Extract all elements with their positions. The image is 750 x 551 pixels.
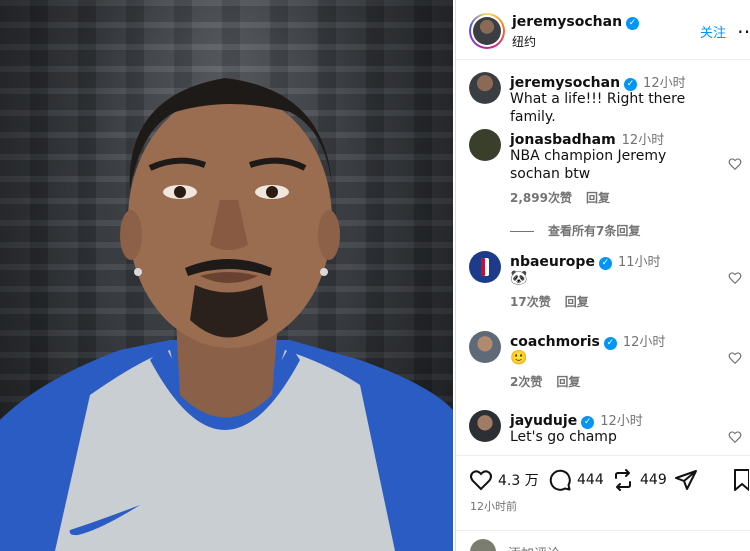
comment-username-row: coachmoris ✓ 12小时	[510, 334, 666, 350]
comment-text: NBA champion Jeremy sochan btw	[510, 148, 667, 182]
comment-count: 444	[577, 472, 604, 488]
like-comment-heart-icon[interactable]	[728, 351, 742, 365]
heart-icon	[470, 470, 492, 491]
post-header: jeremysochan✓ 纽约 关注 …	[456, 0, 750, 60]
nba-logo-icon	[481, 258, 489, 276]
story-ring[interactable]	[469, 13, 505, 49]
send-icon	[675, 470, 697, 490]
reply-button[interactable]: 回复	[565, 295, 589, 309]
comment-username-row: nbaeurope ✓ 11小时	[510, 254, 661, 270]
follow-button[interactable]: 关注	[700, 22, 726, 41]
post-photo[interactable]	[0, 0, 453, 551]
like-count: 4.3 万	[498, 473, 539, 489]
post-timestamp: 12小时前	[470, 500, 517, 513]
caption-username-row: jeremysochan ✓ 12小时	[510, 75, 686, 91]
reply-button[interactable]: 回复	[586, 191, 610, 205]
comment-username-row: jayuduje ✓ 12小时	[510, 413, 643, 429]
save-button[interactable]	[733, 468, 750, 492]
player-portrait	[0, 78, 453, 551]
caption-author-avatar[interactable]	[469, 72, 501, 104]
post-location[interactable]: 纽约	[512, 33, 536, 50]
commenter-avatar[interactable]	[469, 410, 501, 442]
current-user-avatar	[470, 539, 496, 551]
reply-button[interactable]: 回复	[556, 375, 580, 389]
add-comment-input[interactable]: 添加评论...	[508, 543, 572, 551]
share-button[interactable]	[674, 468, 703, 492]
repost-count: 449	[640, 472, 667, 488]
comment-meta: 17次赞 回复	[510, 293, 603, 310]
add-comment-bar: 添加评论...	[456, 530, 750, 551]
verified-badge-icon: ✓	[626, 17, 640, 30]
comment-username-row: jonasbadham 12小时	[510, 132, 665, 148]
post-details-panel: jeremysochan✓ 纽约 关注 … jeremysochan✓12小时 …	[455, 0, 750, 551]
comment-button[interactable]: 444	[548, 468, 604, 492]
more-options-icon[interactable]: …	[737, 16, 750, 36]
like-comment-heart-icon[interactable]	[728, 271, 742, 285]
comment-meta: 2,899次赞 回复	[510, 189, 624, 206]
comment-meta: 2次赞 回复	[510, 373, 594, 390]
comment-bubble-icon	[549, 469, 571, 491]
view-replies-button[interactable]: 查看所有7条回复	[510, 222, 640, 239]
comment-text: 🙂	[510, 350, 528, 366]
commenter-avatar[interactable]	[469, 129, 501, 161]
like-button[interactable]: 4.3 万	[469, 468, 539, 492]
repost-icon	[615, 469, 631, 491]
caption-text: What a life!!! Right there family.	[510, 91, 686, 125]
like-comment-heart-icon[interactable]	[728, 157, 742, 171]
bookmark-icon	[734, 469, 749, 491]
author-avatar[interactable]	[473, 17, 501, 45]
repost-button[interactable]: 449	[611, 468, 667, 492]
comment-text: Let's go champ	[510, 429, 617, 445]
comment-likes[interactable]: 2次赞	[510, 375, 542, 389]
comment-text: 🐼	[510, 270, 528, 286]
author-username[interactable]: jeremysochan ✓	[512, 14, 640, 30]
like-comment-heart-icon[interactable]	[728, 430, 742, 444]
comment-likes[interactable]: 17次赞	[510, 295, 551, 309]
comment-likes[interactable]: 2,899次赞	[510, 191, 572, 205]
commenter-avatar[interactable]	[469, 251, 501, 283]
commenter-avatar[interactable]	[469, 331, 501, 363]
